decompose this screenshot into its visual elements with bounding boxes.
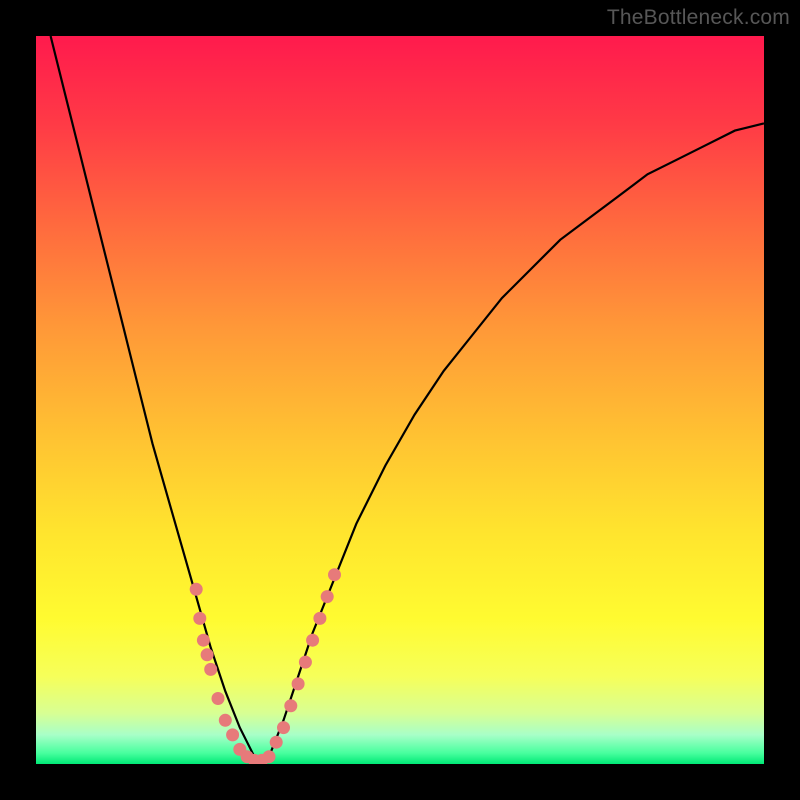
data-point (193, 612, 206, 625)
data-point (226, 728, 239, 741)
data-point (270, 736, 283, 749)
watermark-text: TheBottleneck.com (607, 6, 790, 30)
data-point (313, 612, 326, 625)
data-point (299, 656, 312, 669)
data-point (328, 568, 341, 581)
data-point (190, 583, 203, 596)
curve-layer (36, 36, 764, 764)
data-point (212, 692, 225, 705)
data-point (263, 750, 276, 763)
bottleneck-curve (51, 36, 764, 757)
data-point (204, 663, 217, 676)
data-point (197, 634, 210, 647)
data-point (201, 648, 214, 661)
data-point (219, 714, 232, 727)
data-point (306, 634, 319, 647)
data-point (321, 590, 334, 603)
data-point (292, 677, 305, 690)
plot-area (36, 36, 764, 764)
data-point (284, 699, 297, 712)
chart-frame: TheBottleneck.com (0, 0, 800, 800)
data-point (277, 721, 290, 734)
data-points (190, 568, 341, 764)
